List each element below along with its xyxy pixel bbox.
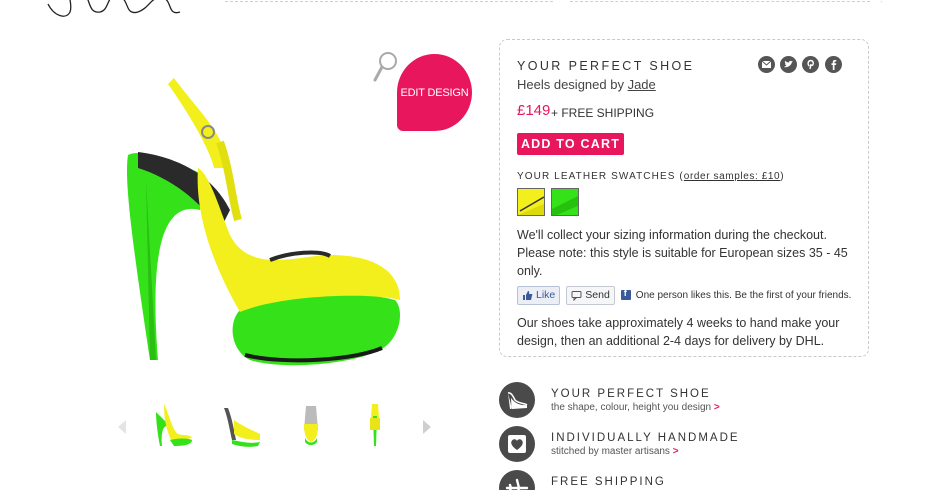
sizing-info: We'll collect your sizing information du…	[517, 226, 862, 280]
speech-bubble-icon	[571, 290, 582, 301]
facebook-social-bar: Like Send One person likes this. Be the …	[517, 285, 851, 305]
chevron-right-icon: >	[672, 446, 679, 457]
swatch-yellow-leather[interactable]	[517, 188, 545, 216]
email-icon[interactable]	[758, 56, 775, 73]
product-info-panel: YOUR PERFECT SHOE Heels designed by Jade…	[499, 39, 869, 357]
feature-handmade[interactable]: INDIVIDUALLY HANDMADE stitched by master…	[499, 426, 869, 466]
sizing-line-1: We'll collect your sizing information du…	[517, 228, 827, 242]
facebook-send-label: Send	[585, 289, 610, 301]
chevron-right-icon: >	[713, 402, 720, 413]
free-shipping-label: + FREE SHIPPING	[551, 106, 655, 120]
thumbnail-heel-view[interactable]	[352, 400, 398, 450]
feature-perfect-shoe[interactable]: YOUR PERFECT SHOE the shape, colour, hei…	[499, 382, 869, 422]
pinterest-icon[interactable]	[802, 56, 819, 73]
swatches-label-text: YOUR LEATHER SWATCHES (	[517, 171, 684, 182]
feature-subtitle-text: stitched by master artisans	[551, 446, 670, 457]
facebook-like-button[interactable]: Like	[517, 285, 561, 305]
designer-line: Heels designed by Jade	[517, 77, 656, 92]
chevron-left-icon[interactable]	[116, 418, 128, 436]
feature-subtitle[interactable]: the shape, colour, height you design >	[551, 402, 720, 413]
facebook-icon[interactable]	[825, 56, 842, 73]
feature-title: FREE SHIPPING	[551, 476, 666, 488]
feature-subtitle-text: the shape, colour, height you design	[551, 402, 712, 413]
feature-subtitle[interactable]: stitched by master artisans >	[551, 446, 679, 457]
swatches-label: YOUR LEATHER SWATCHES (order samples: £1…	[517, 171, 785, 182]
thumbs-up-icon	[523, 290, 533, 300]
sizing-line-2: Please note: this style is suitable for …	[517, 246, 848, 278]
magnifier-icon[interactable]	[372, 50, 400, 84]
swatch-green-leather[interactable]	[551, 188, 579, 216]
edit-design-label: EDIT DESIGN	[400, 86, 469, 99]
product-image[interactable]	[110, 60, 430, 390]
facebook-icon	[620, 288, 631, 300]
twitter-icon[interactable]	[780, 56, 797, 73]
feature-title: YOUR PERFECT SHOE	[551, 388, 711, 400]
header-divider	[570, 0, 870, 2]
feature-free-shipping[interactable]: FREE SHIPPING	[499, 470, 869, 490]
facebook-like-label: Like	[536, 289, 556, 301]
heel-shoe-icon	[499, 382, 535, 418]
feature-title: INDIVIDUALLY HANDMADE	[551, 432, 740, 444]
edit-design-button[interactable]: EDIT DESIGN	[397, 54, 472, 131]
stitched-heart-icon	[499, 426, 535, 462]
thumbnail-side-view[interactable]	[150, 400, 196, 450]
thumbnail-angle-view[interactable]	[218, 400, 264, 450]
thumbnail-back-view[interactable]	[288, 400, 334, 450]
price: £149	[517, 102, 551, 119]
add-to-cart-button[interactable]: ADD TO CART	[517, 133, 624, 155]
header-divider	[880, 0, 931, 3]
designer-prefix: Heels designed by	[517, 77, 628, 92]
facebook-like-count: One person likes this. Be the first of y…	[635, 289, 852, 301]
delivery-info: Our shoes take approximately 4 weeks to …	[517, 316, 840, 348]
chevron-right-icon[interactable]	[421, 418, 433, 436]
order-samples-link[interactable]: order samples: £10	[684, 171, 780, 182]
header-divider	[225, 0, 553, 2]
airplane-icon	[499, 470, 535, 490]
logo[interactable]	[40, 0, 200, 22]
swatches-label-end: )	[780, 171, 785, 182]
facebook-send-button[interactable]: Send	[566, 285, 615, 305]
product-title: YOUR PERFECT SHOE	[517, 59, 695, 73]
designer-link[interactable]: Jade	[628, 77, 656, 92]
